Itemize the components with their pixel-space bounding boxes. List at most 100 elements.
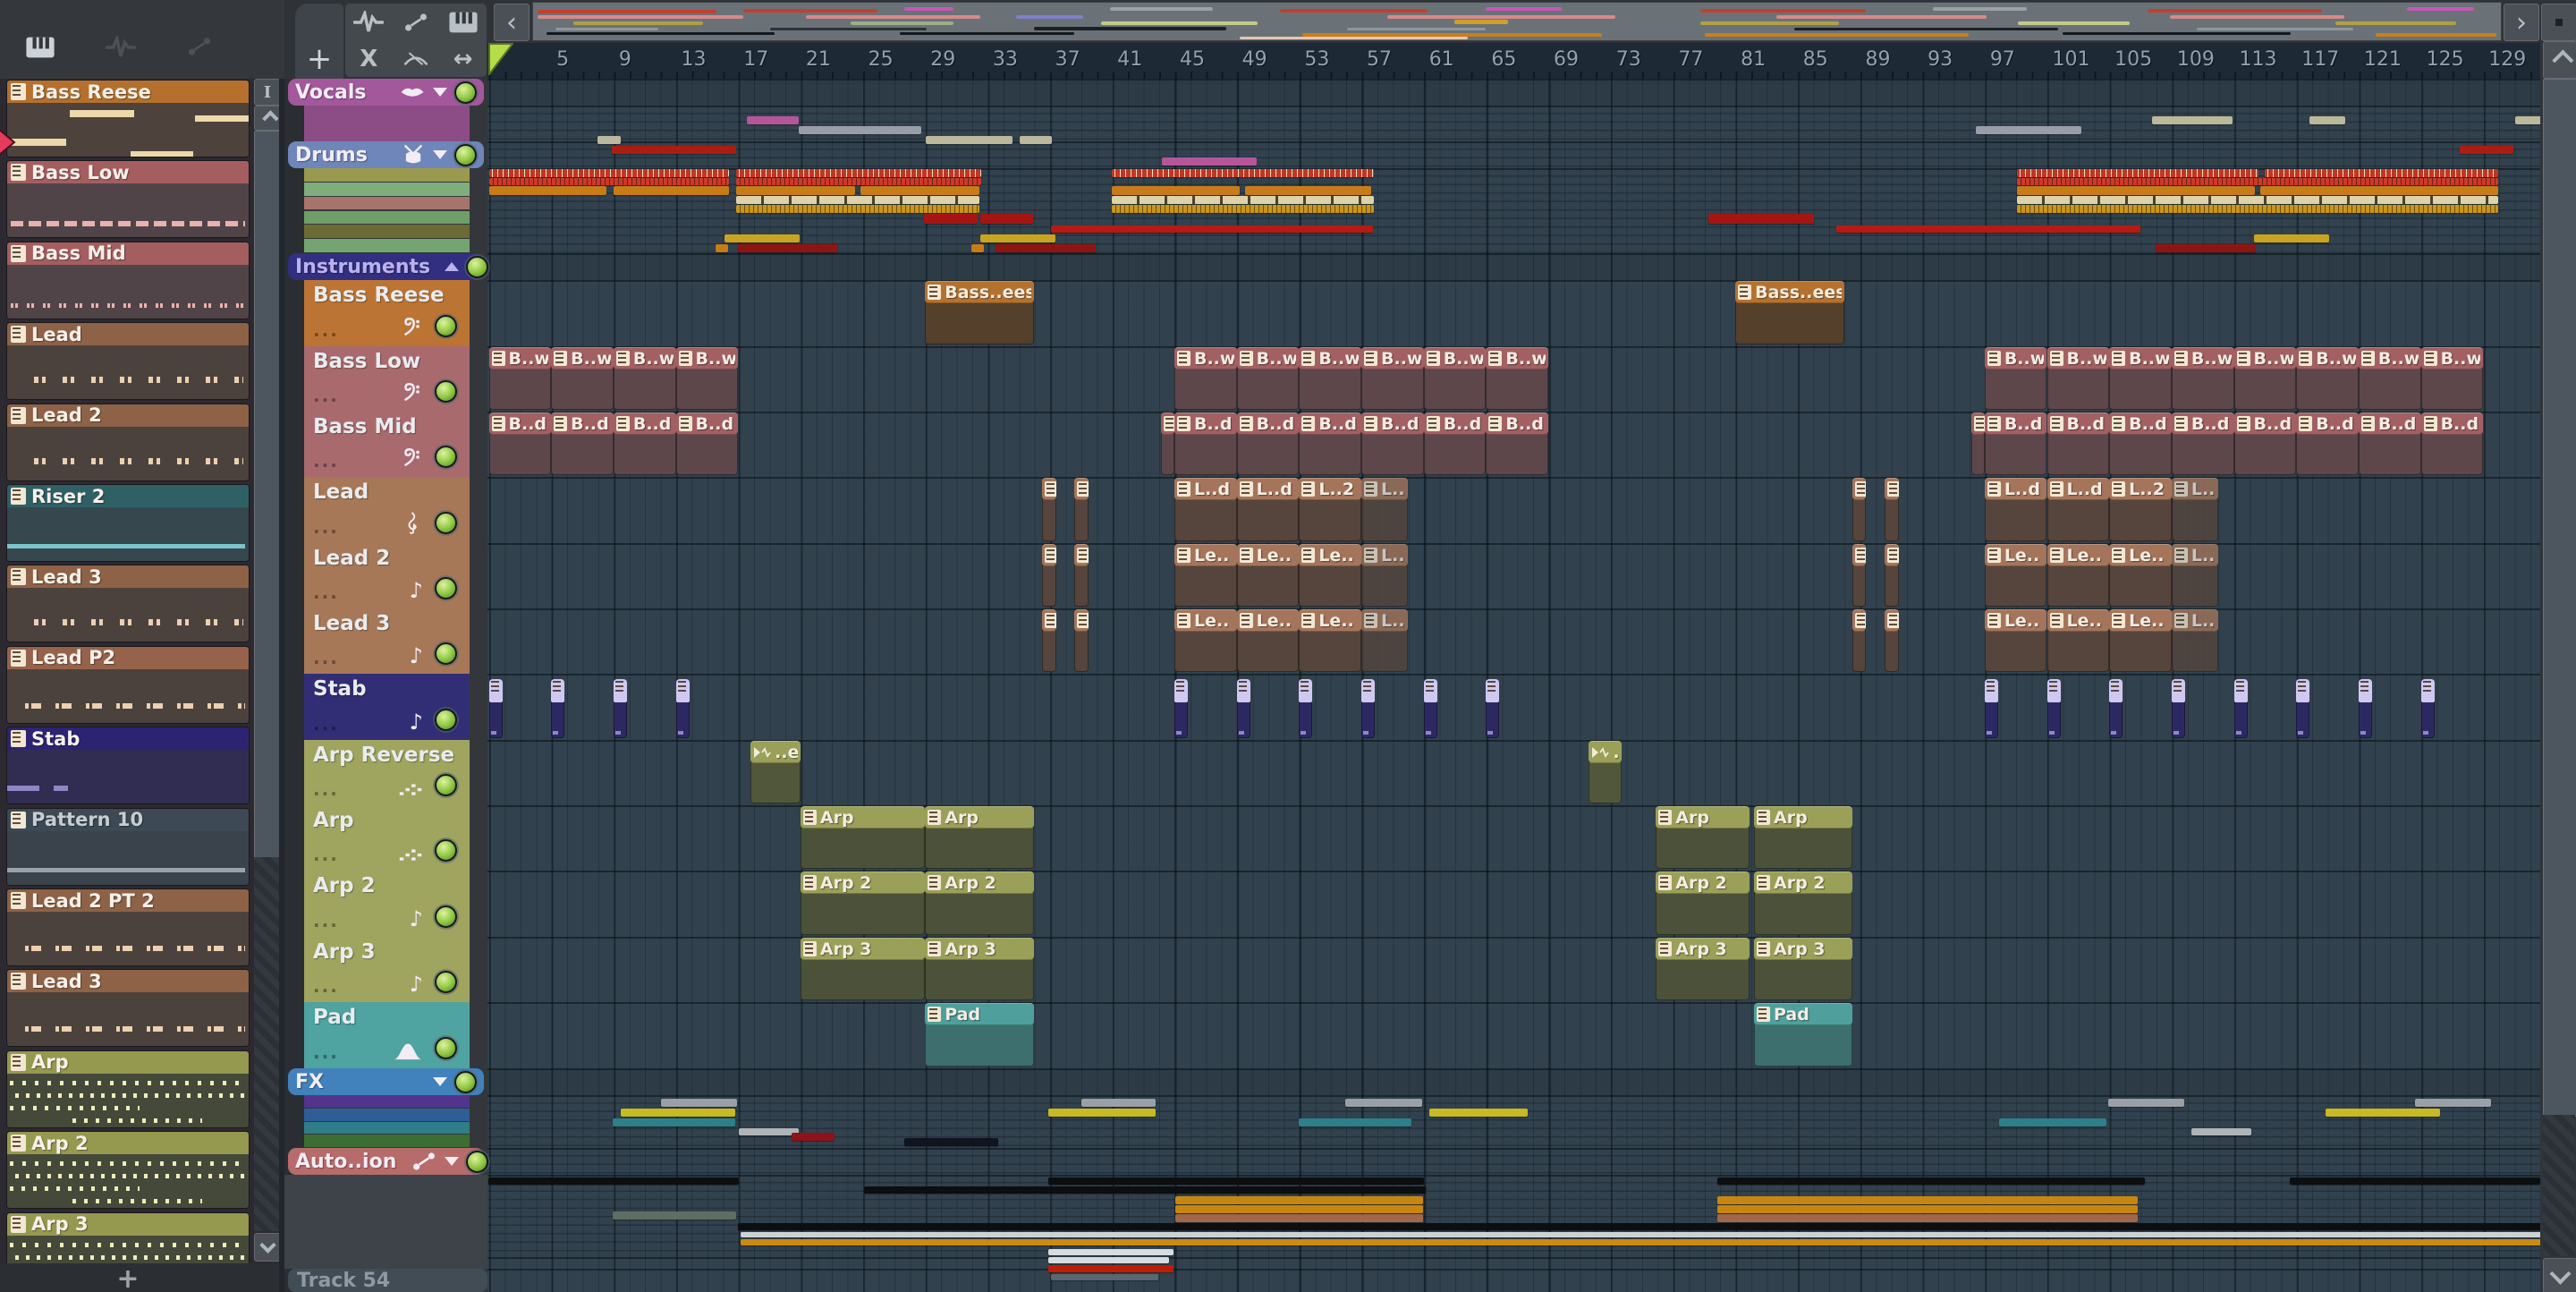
fx-mini-clip[interactable] xyxy=(613,1118,735,1126)
pattern-clip-stab[interactable] xyxy=(2358,679,2372,738)
pattern-clip[interactable]: L..2 xyxy=(1299,478,1361,541)
pattern-clip[interactable]: Le.. xyxy=(1984,609,2047,672)
playhead-marker[interactable] xyxy=(488,43,513,75)
track-led[interactable] xyxy=(435,971,457,993)
pattern-item-header[interactable]: Bass Reese xyxy=(7,81,249,103)
pattern-item-header[interactable]: Lead P2 xyxy=(7,646,249,669)
pattern-clip[interactable]: L.. xyxy=(2171,478,2219,541)
pattern-clip[interactable]: L.. xyxy=(2171,544,2219,607)
pattern-clip[interactable]: B..d xyxy=(2296,412,2359,475)
collapse-triangle-icon[interactable] xyxy=(445,255,460,271)
pattern-item[interactable]: Lead P2 xyxy=(7,646,249,723)
fx-mini-clip[interactable] xyxy=(1999,1118,2106,1126)
pattern-item-header[interactable]: Arp 2 xyxy=(7,1132,249,1155)
pattern-clip[interactable]: B..d xyxy=(2420,412,2484,475)
v-scrollbar-thumb[interactable] xyxy=(2543,79,2576,1117)
vocal-mini-clip[interactable] xyxy=(926,136,1013,144)
vocal-mini-clip[interactable] xyxy=(2309,116,2345,124)
automation-mini-clip[interactable] xyxy=(1717,1177,2145,1185)
track-mini-menu[interactable]: ... xyxy=(313,910,339,931)
pattern-clip[interactable]: Arp xyxy=(925,806,1035,869)
track-led[interactable] xyxy=(435,446,457,468)
pattern-clip[interactable]: B..w xyxy=(613,347,676,410)
pattern-clip-stab[interactable] xyxy=(2109,679,2123,738)
fx-mini-clip[interactable] xyxy=(1048,1109,1156,1117)
pattern-clip[interactable]: Le.. xyxy=(2046,544,2110,607)
track-group-instruments[interactable]: Instruments xyxy=(288,253,489,280)
pattern-clip[interactable]: B..w xyxy=(675,347,739,410)
pattern-clip[interactable]: Arp 2 xyxy=(800,871,926,935)
pattern-clip-stab[interactable] xyxy=(1299,679,1313,738)
v-scroll-up-button[interactable] xyxy=(2543,41,2576,79)
track-group-fx[interactable]: FX xyxy=(288,1068,484,1095)
track-led[interactable] xyxy=(435,774,457,796)
track-row-stab[interactable]: Stab... ♪ xyxy=(304,674,470,740)
pattern-clip[interactable]: Le.. xyxy=(1236,544,1300,607)
drum-mini-clip[interactable] xyxy=(2254,234,2329,242)
pattern-clip[interactable]: B..d xyxy=(1174,412,1237,475)
pattern-clip[interactable]: Arp 2 xyxy=(1754,871,1852,935)
track-row-footer[interactable]: Track 54 xyxy=(288,1269,487,1292)
pattern-clip[interactable]: Le.. xyxy=(1984,544,2047,607)
pattern-item-header[interactable]: Arp 3 xyxy=(7,1212,249,1236)
drum-mini-clip[interactable] xyxy=(736,196,979,204)
track-mini-menu[interactable]: ... xyxy=(313,1041,339,1063)
pattern-clip[interactable]: L..2 xyxy=(2109,478,2172,541)
drum-mini-clip[interactable] xyxy=(971,244,984,252)
vocal-mini-clip[interactable] xyxy=(1162,157,1257,166)
drum-mini-clip[interactable] xyxy=(1112,169,1374,177)
piano-roll-button[interactable] xyxy=(25,36,55,59)
track-mini-menu[interactable]: ... xyxy=(313,713,339,735)
pattern-item[interactable]: Pattern 10 xyxy=(7,808,249,885)
pattern-clip[interactable] xyxy=(1074,609,1089,672)
drum-mini-clip[interactable] xyxy=(980,234,1055,242)
drum-mini-clip[interactable] xyxy=(489,169,729,177)
pattern-scroll-up-button[interactable] xyxy=(254,106,281,131)
pattern-clip[interactable]: Arp xyxy=(800,806,926,869)
pattern-clip[interactable]: B..d xyxy=(613,412,676,475)
pattern-clip[interactable]: B..d xyxy=(1486,412,1549,475)
pattern-item[interactable]: Lead xyxy=(7,323,249,400)
drum-mini-clip[interactable] xyxy=(2260,186,2498,195)
drum-mini-clip[interactable] xyxy=(2017,169,2258,177)
drum-mini-clip[interactable] xyxy=(736,205,979,213)
pattern-clip[interactable]: Le.. xyxy=(1299,609,1361,672)
pattern-clip[interactable]: B..w xyxy=(2420,347,2484,410)
track-group-vocals[interactable]: Vocals xyxy=(288,79,484,106)
track-mini-menu[interactable]: ... xyxy=(313,385,339,406)
drum-mini-clip[interactable] xyxy=(736,178,981,185)
pattern-clip[interactable]: B..w xyxy=(2358,347,2421,410)
pattern-clip-stutter[interactable] xyxy=(1919,479,1962,540)
vocal-mini-clip[interactable] xyxy=(2152,116,2233,124)
pattern-clip[interactable] xyxy=(1885,544,1899,607)
pattern-clip[interactable]: L..d xyxy=(2046,478,2110,541)
pattern-clip[interactable]: Le.. xyxy=(1299,544,1361,607)
song-overview-minimap[interactable] xyxy=(532,2,2502,41)
drum-mini-clip[interactable] xyxy=(2265,169,2498,177)
pattern-clip[interactable]: Arp 3 xyxy=(925,938,1035,1000)
automation-mini-clip[interactable] xyxy=(738,1223,2563,1230)
pattern-clip-stab[interactable] xyxy=(2296,679,2310,738)
toolbar-wave-button[interactable] xyxy=(353,10,385,34)
pattern-clip[interactable]: Pad xyxy=(1754,1003,1852,1067)
pattern-clip[interactable]: L..d xyxy=(1236,478,1300,541)
pattern-clip[interactable] xyxy=(1852,478,1867,541)
drum-mini-clip[interactable] xyxy=(924,214,978,224)
track-group-automation[interactable]: Auto..ion xyxy=(288,1148,489,1175)
pattern-clip[interactable]: B..w xyxy=(1423,347,1487,410)
audio-wave-button[interactable] xyxy=(106,36,136,59)
pattern-clip[interactable]: Bass..eese xyxy=(1735,281,1845,344)
drum-mini-clip[interactable] xyxy=(2017,186,2255,195)
pattern-clip[interactable] xyxy=(1852,609,1867,672)
drum-mini-clip[interactable] xyxy=(1112,186,1240,195)
fx-mini-clip[interactable] xyxy=(739,1128,799,1135)
track-led[interactable] xyxy=(435,512,457,534)
track-mini-menu[interactable]: ... xyxy=(313,516,339,538)
pattern-clip[interactable] xyxy=(1074,478,1089,541)
pattern-clip[interactable]: Arp 2 xyxy=(925,871,1035,935)
automation-mini-clip[interactable] xyxy=(2290,1177,2540,1185)
pattern-clip[interactable]: Arp 3 xyxy=(800,938,926,1000)
pattern-item-header[interactable]: Lead 3 xyxy=(7,565,249,589)
pattern-clip[interactable]: B..w xyxy=(1361,347,1424,410)
pattern-clip[interactable]: B..d xyxy=(2046,412,2110,475)
